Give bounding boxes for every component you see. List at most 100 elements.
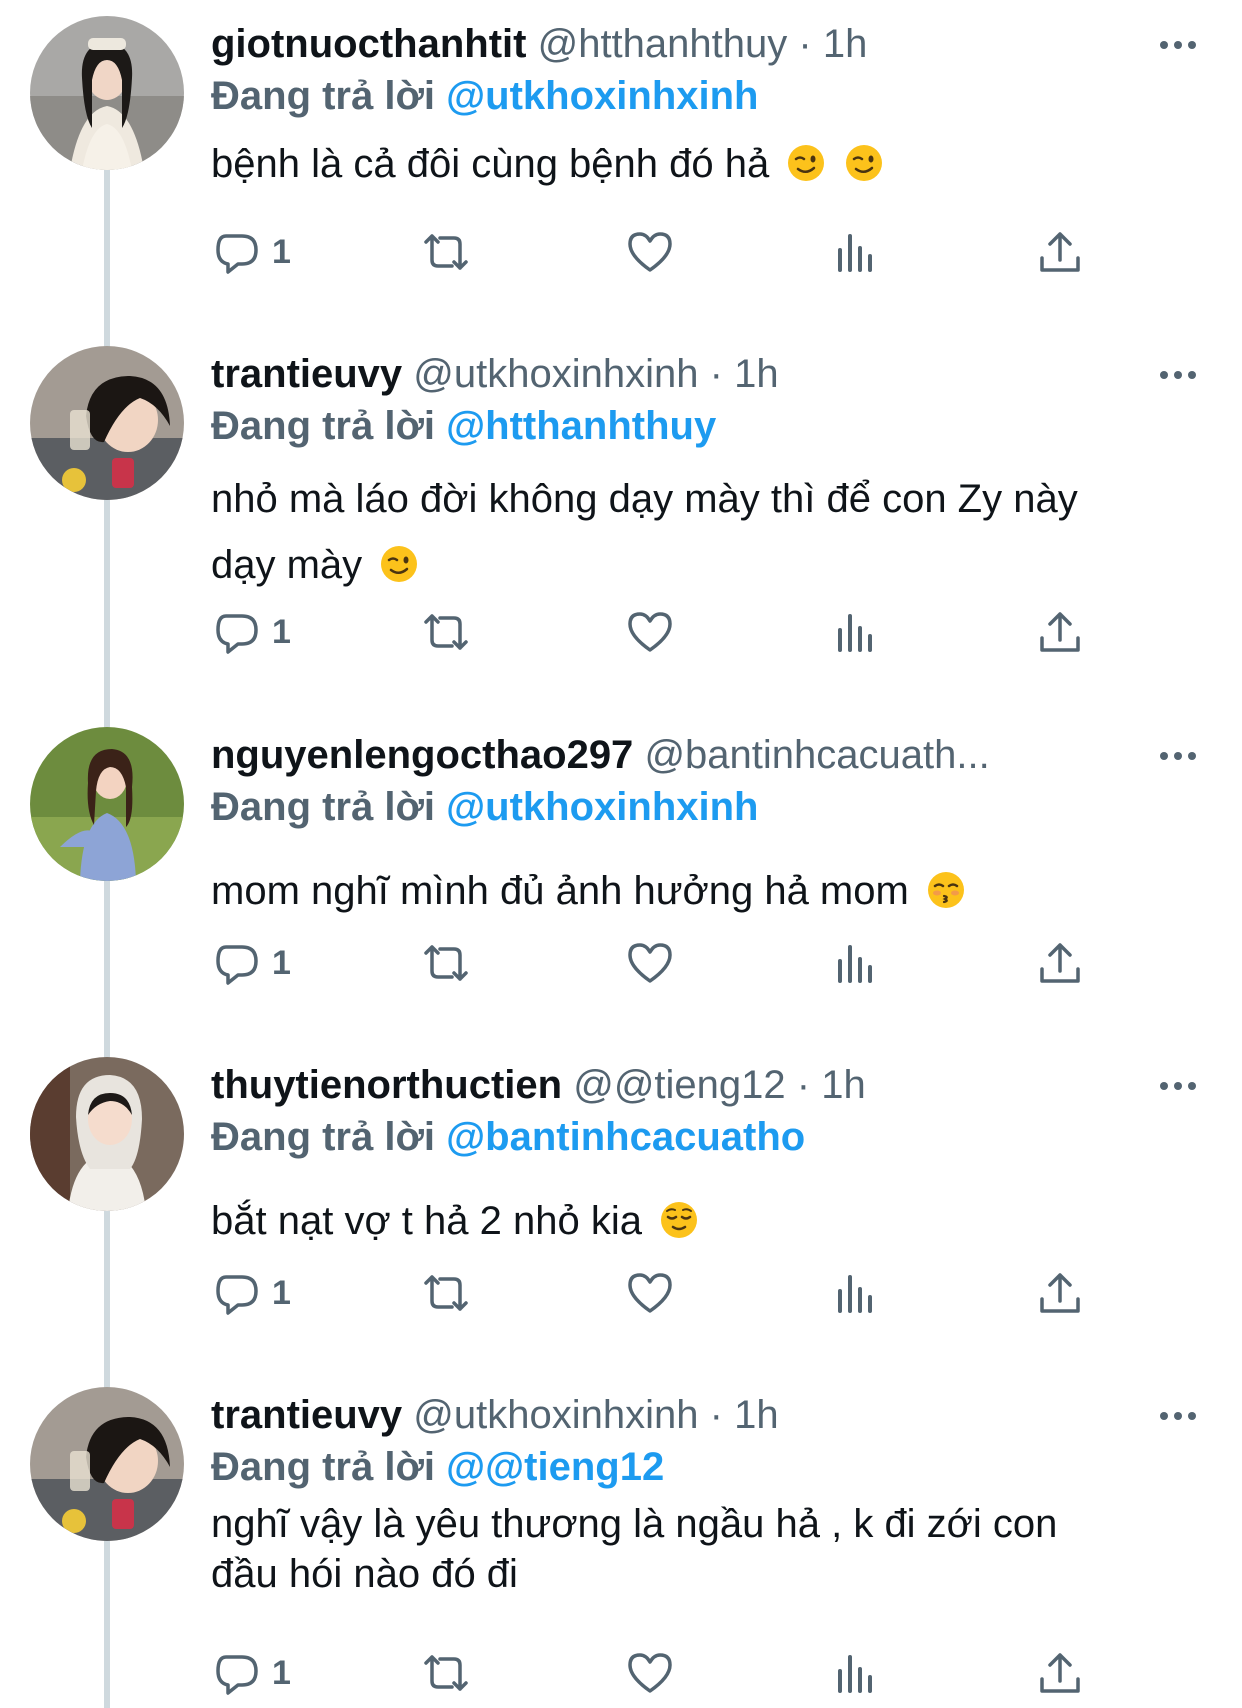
views-button[interactable] (830, 937, 882, 989)
display-name[interactable]: thuytienorthuctien (211, 1063, 562, 1107)
replying-to: Đang trả lời @@tieng12 (211, 1441, 664, 1493)
user-handle[interactable]: @utkhoxinhxinh (413, 352, 698, 396)
retweet-button[interactable] (418, 937, 474, 989)
like-button[interactable] (624, 226, 676, 278)
replying-label: Đang trả lời (211, 1115, 436, 1159)
wink-emoji (845, 145, 882, 181)
retweet-button[interactable] (418, 606, 474, 658)
wink-emoji (381, 546, 418, 582)
more-icon[interactable] (1158, 1079, 1198, 1093)
tweet-text-line: đầu hói nào đó đi (211, 1552, 518, 1596)
separator: · (798, 22, 812, 66)
tweet-header: trantieuvy @utkhoxinhxinh · 1h (211, 348, 779, 400)
views-icon (838, 1275, 872, 1313)
tweet-header: nguyenlengocthao297 @bantinhcacuath... (211, 729, 990, 781)
relieved-emoji (661, 1202, 698, 1238)
timestamp[interactable]: 1h (823, 22, 868, 66)
more-icon[interactable] (1158, 749, 1198, 763)
replying-to-handle[interactable]: @htthanhthuy (446, 404, 716, 448)
retweet-icon (424, 1275, 468, 1311)
tweet-actions: 1 (0, 226, 1242, 278)
avatar[interactable] (30, 727, 184, 881)
reply-count: 1 (272, 233, 291, 271)
like-icon (628, 232, 672, 272)
reply-button[interactable]: 1 (212, 1647, 291, 1699)
share-icon (1040, 232, 1080, 272)
display-name[interactable]: giotnuocthanhtit (211, 22, 526, 66)
like-button[interactable] (624, 937, 676, 989)
reply-button[interactable]: 1 (212, 606, 291, 658)
share-icon (1040, 1653, 1080, 1693)
avatar[interactable] (30, 16, 184, 170)
replying-to-handle[interactable]: @@tieng12 (446, 1445, 664, 1489)
like-button[interactable] (624, 606, 676, 658)
share-button[interactable] (1034, 1647, 1086, 1699)
like-button[interactable] (624, 1267, 676, 1319)
more-icon[interactable] (1158, 38, 1198, 52)
share-button[interactable] (1034, 226, 1086, 278)
separator: · (709, 352, 723, 396)
separator: · (796, 1063, 811, 1107)
reply-count: 1 (272, 613, 291, 651)
timestamp[interactable]: 1h (734, 352, 779, 396)
tweet-text: nghĩ vậy là yêu thương là ngầu hả , k đi… (211, 1499, 1211, 1599)
views-button[interactable] (830, 1267, 882, 1319)
views-button[interactable] (830, 1647, 882, 1699)
avatar[interactable] (30, 1387, 184, 1541)
replying-to: Đang trả lời @utkhoxinhxinh (211, 70, 758, 122)
replying-to-handle[interactable]: @utkhoxinhxinh (446, 785, 758, 829)
timestamp[interactable]: 1h (821, 1063, 866, 1107)
replying-to-handle[interactable]: @bantinhcacuatho (446, 1115, 805, 1159)
reply-button[interactable]: 1 (212, 1267, 291, 1319)
tweet-header: thuytienorthuctien @@tieng12 · 1h (211, 1059, 866, 1111)
reply-icon (216, 1655, 258, 1695)
like-button[interactable] (624, 1647, 676, 1699)
reply-icon (216, 234, 258, 274)
more-icon[interactable] (1158, 368, 1198, 382)
share-icon (1040, 1273, 1080, 1313)
tweet-actions: 1 (0, 937, 1242, 989)
reply-count: 1 (272, 1274, 291, 1312)
timestamp[interactable]: 1h (734, 1393, 779, 1437)
reply-button[interactable]: 1 (212, 226, 291, 278)
like-icon (628, 1273, 672, 1313)
retweet-icon (424, 945, 468, 981)
display-name[interactable]: nguyenlengocthao297 (211, 733, 633, 777)
kissing-emoji (927, 872, 964, 908)
tweet-actions: 1 (0, 1647, 1242, 1699)
share-button[interactable] (1034, 1267, 1086, 1319)
user-handle[interactable]: @utkhoxinhxinh (413, 1393, 698, 1437)
tweet-header: giotnuocthanhtit @htthanhthuy · 1h (211, 18, 867, 70)
replying-to: Đang trả lời @utkhoxinhxinh (211, 781, 758, 833)
share-icon (1040, 943, 1080, 983)
replying-to-handle[interactable]: @utkhoxinhxinh (446, 74, 758, 118)
display-name[interactable]: trantieuvy (211, 1393, 402, 1437)
avatar[interactable] (30, 346, 184, 500)
views-button[interactable] (830, 226, 882, 278)
more-icon[interactable] (1158, 1409, 1198, 1423)
reply-button[interactable]: 1 (212, 937, 291, 989)
retweet-button[interactable] (418, 226, 474, 278)
share-button[interactable] (1034, 606, 1086, 658)
tweet-text: bệnh là cả đôi cùng bệnh đó hả (211, 138, 1211, 190)
retweet-icon (424, 614, 468, 650)
tweet-actions: 1 (0, 606, 1242, 658)
user-handle[interactable]: @htthanhthuy (538, 22, 788, 66)
retweet-button[interactable] (418, 1267, 474, 1319)
share-button[interactable] (1034, 937, 1086, 989)
replying-label: Đang trả lời (211, 404, 436, 448)
replying-to: Đang trả lời @bantinhcacuatho (211, 1111, 805, 1163)
views-icon (838, 234, 872, 272)
user-handle[interactable]: @bantinhcacuath... (644, 733, 989, 777)
avatar[interactable] (30, 1057, 184, 1211)
retweet-button[interactable] (418, 1647, 474, 1699)
reply-icon (216, 614, 258, 654)
views-button[interactable] (830, 606, 882, 658)
tweet-text-line: bắt nạt vợ t hả 2 nhỏ kia (211, 1199, 642, 1243)
wink-emoji (788, 145, 825, 181)
views-icon (838, 1655, 872, 1693)
share-icon (1040, 612, 1080, 652)
like-icon (628, 1653, 672, 1693)
display-name[interactable]: trantieuvy (211, 352, 402, 396)
user-handle[interactable]: @@tieng12 (573, 1063, 785, 1107)
